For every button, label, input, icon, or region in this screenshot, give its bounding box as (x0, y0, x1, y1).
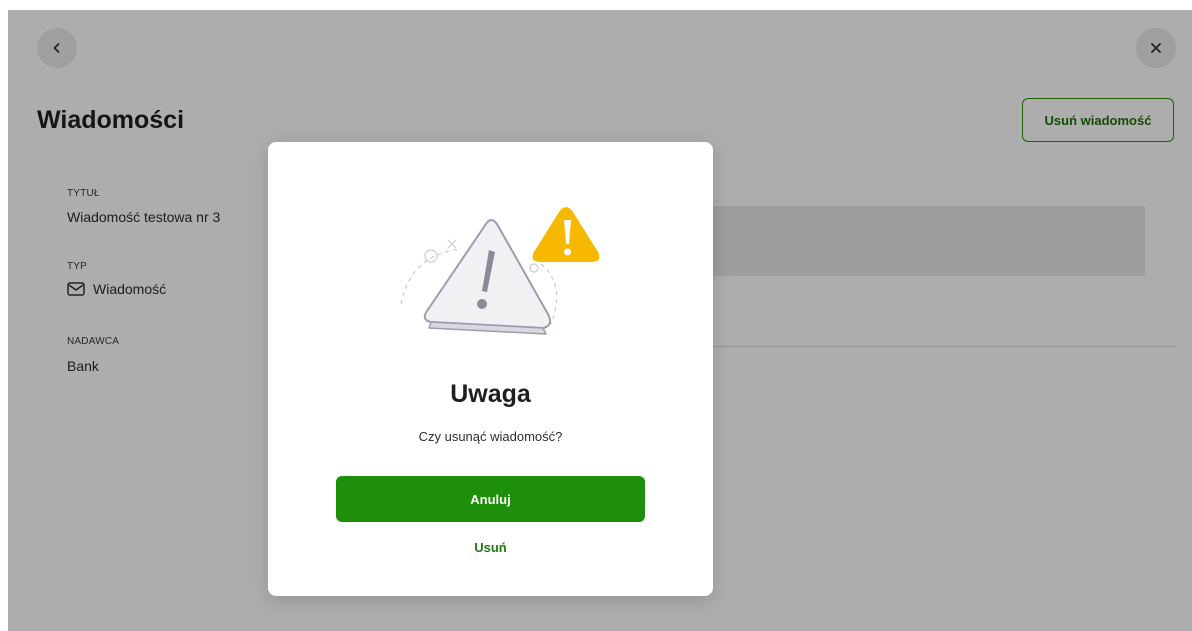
confirm-delete-modal: Uwaga Czy usunąć wiadomość? Anuluj Usuń (268, 142, 713, 596)
warning-triangle-icon (400, 207, 600, 335)
cancel-button[interactable]: Anuluj (336, 476, 645, 522)
modal-title: Uwaga (450, 380, 531, 408)
confirm-delete-button[interactable]: Usuń (268, 540, 713, 555)
modal-message: Czy usunąć wiadomość? (418, 429, 563, 444)
